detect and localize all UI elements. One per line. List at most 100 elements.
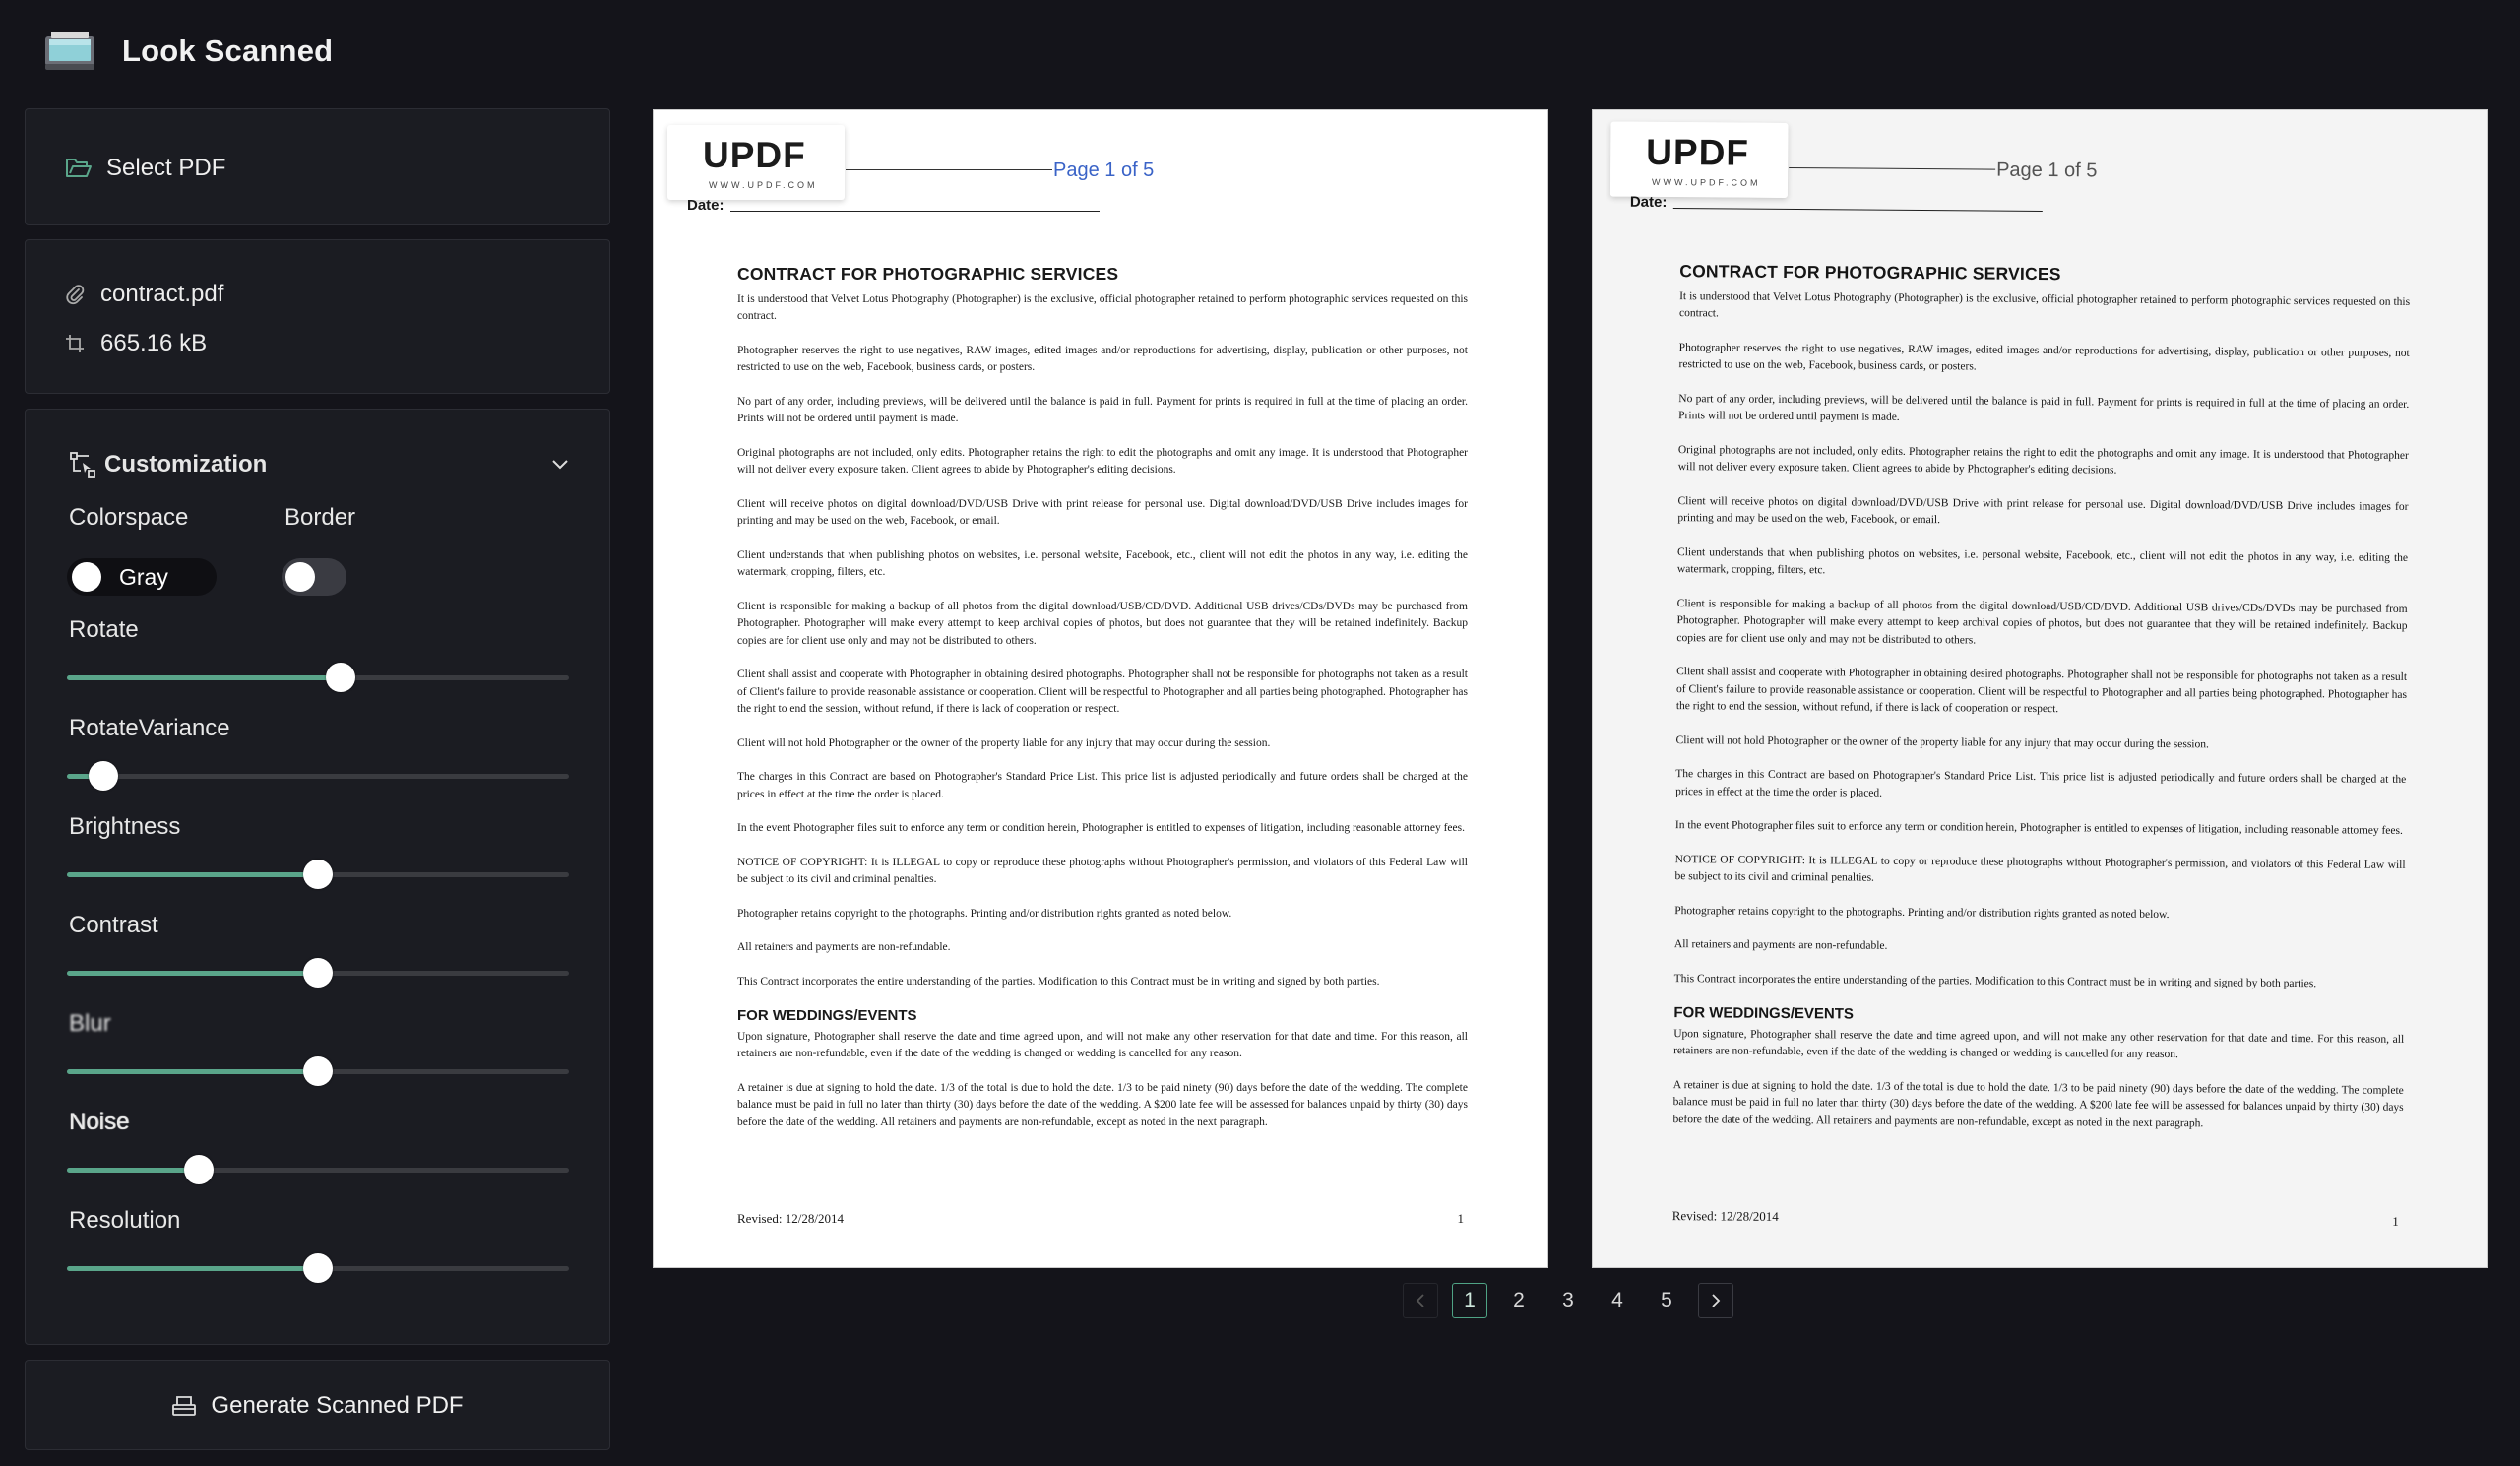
paragraph: Client understands that when publishing … — [737, 548, 1468, 579]
slider-thumb[interactable] — [303, 860, 333, 889]
select-pdf-button[interactable]: Select PDF — [65, 109, 225, 226]
slider-fill — [67, 872, 318, 877]
doc-title: CONTRACT FOR PHOTOGRAPHIC SERVICES — [737, 264, 1119, 284]
colorspace-toggle-knob — [72, 562, 101, 592]
page-button-1[interactable]: 1 — [1452, 1283, 1487, 1318]
file-name: contract.pdf — [100, 281, 224, 307]
paragraph: All retainers and payments are non-refun… — [737, 941, 951, 953]
generate-panel: Generate Scanned PDF — [25, 1360, 610, 1450]
paragraph: This Contract incorporates the entire un… — [1673, 972, 2317, 989]
paragraph: Client shall assist and cooperate with P… — [737, 669, 1468, 715]
section-paragraph: Upon signature, Photographer shall reser… — [1673, 1027, 2405, 1061]
file-name-row: contract.pdf — [65, 275, 223, 314]
slider-track — [67, 774, 569, 779]
select-pdf-label: Select PDF — [106, 154, 226, 181]
chevron-left-icon — [1416, 1294, 1424, 1307]
paragraph: In the event Photographer files suit to … — [1674, 819, 2403, 837]
page-button-5[interactable]: 5 — [1649, 1283, 1684, 1318]
colorspace-toggle[interactable]: Gray — [67, 558, 217, 596]
slider-label-contrast: Contrast — [69, 912, 158, 938]
paragraph-list: It is understood that Velvet Lotus Photo… — [737, 291, 1468, 991]
slider-resolution[interactable] — [67, 1253, 569, 1283]
page-button-4[interactable]: 4 — [1600, 1283, 1635, 1318]
section-paragraph-list: Upon signature, Photographer shall reser… — [1672, 1026, 2405, 1134]
slider-blur[interactable] — [67, 1056, 569, 1086]
document: UPDF WWW.UPDF.COM Page 1 of 5 Date: CONT… — [654, 110, 1547, 1267]
page-number: 1 — [2392, 1213, 2399, 1229]
page-indicator: Page 1 of 5 — [1053, 159, 1155, 181]
page-button-2[interactable]: 2 — [1501, 1283, 1537, 1318]
date-line — [1672, 208, 2043, 213]
app-title: Look Scanned — [122, 33, 334, 68]
paragraph: It is understood that Velvet Lotus Photo… — [1678, 289, 2411, 320]
slider-contrast[interactable] — [67, 958, 569, 988]
file-size: 665.16 kB — [100, 330, 208, 356]
colorspace-value: Gray — [119, 563, 168, 590]
paragraph: No part of any order, including previews… — [1678, 392, 2410, 423]
section-paragraph-list: Upon signature, Photographer shall reser… — [737, 1029, 1468, 1132]
next-page-button[interactable] — [1698, 1283, 1733, 1318]
slider-rotate[interactable] — [67, 663, 569, 692]
customization-title: Customization — [104, 451, 268, 478]
scanned-page-preview: UPDF WWW.UPDF.COM Page 1 of 5 Date: CONT… — [1592, 109, 2488, 1268]
slider-noise[interactable] — [67, 1155, 569, 1184]
slider-fill — [67, 1266, 318, 1271]
paragraph: All retainers and payments are non-refun… — [1673, 938, 1888, 952]
slider-fill — [67, 675, 341, 680]
paragraph: The charges in this Contract are based o… — [737, 771, 1468, 800]
generate-label: Generate Scanned PDF — [211, 1392, 464, 1419]
scanner-icon — [43, 31, 96, 72]
slider-label-brightness: Brightness — [69, 813, 181, 840]
generate-scanned-pdf-button[interactable]: Generate Scanned PDF — [26, 1361, 609, 1451]
paragraph: Photographer reserves the right to use n… — [737, 344, 1468, 374]
prev-page-button[interactable] — [1403, 1283, 1438, 1318]
slider-rotatevariance[interactable] — [67, 761, 569, 791]
border-toggle[interactable] — [282, 558, 346, 596]
slider-thumb[interactable] — [89, 761, 119, 791]
folder-open-icon — [66, 158, 92, 177]
paragraph: This Contract incorporates the entire un… — [737, 975, 1380, 988]
slider-thumb[interactable] — [303, 1056, 333, 1086]
vector-edit-icon — [70, 452, 95, 478]
doc-title: CONTRACT FOR PHOTOGRAPHIC SERVICES — [1679, 261, 2061, 285]
app-header: Look Scanned — [43, 28, 333, 75]
paragraph-list: It is understood that Velvet Lotus Photo… — [1674, 288, 2411, 993]
slider-label-rotate: Rotate — [69, 616, 139, 643]
paragraph: Client understands that when publishing … — [1676, 545, 2409, 577]
colorspace-label: Colorspace — [69, 504, 189, 531]
slider-thumb[interactable] — [303, 1253, 333, 1283]
slider-thumb[interactable] — [303, 958, 333, 988]
slider-thumb[interactable] — [325, 663, 355, 692]
section-paragraph: Upon signature, Photographer shall reser… — [737, 1030, 1468, 1060]
slider-label-blur: Blur — [69, 1010, 111, 1037]
watermark-url: WWW.UPDF.COM — [709, 180, 818, 190]
border-label: Border — [284, 504, 356, 531]
contract-body: CONTRACT FOR PHOTOGRAPHIC SERVICES It is… — [737, 264, 1468, 1148]
customization-header[interactable]: Customization — [69, 445, 570, 484]
date-label: Date: — [687, 197, 724, 214]
chevron-down-icon[interactable] — [550, 459, 570, 471]
paragraph: In the event Photographer files suit to … — [737, 822, 1465, 834]
paragraph: Original photographs are not included, o… — [737, 446, 1468, 477]
paragraph: Client shall assist and cooperate with P… — [1675, 666, 2408, 716]
updf-watermark: UPDF WWW.UPDF.COM — [667, 125, 845, 200]
customization-panel: Customization Colorspace Border Gray Rot… — [25, 409, 610, 1345]
paragraph: NOTICE OF COPYRIGHT: It is ILLEGAL to co… — [1674, 853, 2406, 884]
paragraph: The charges in this Contract are based o… — [1675, 768, 2407, 799]
watermark-url: WWW.UPDF.COM — [1651, 176, 1761, 188]
slider-thumb[interactable] — [183, 1155, 214, 1184]
paragraph: Photographer retains copyright to the ph… — [1674, 904, 2170, 921]
header-line — [1789, 166, 1996, 170]
section-title: FOR WEDDINGS/EVENTS — [1673, 1004, 1854, 1023]
slider-label-resolution: Resolution — [69, 1207, 181, 1234]
paragraph: Client will receive photos on digital do… — [1677, 494, 2409, 527]
file-size-row: 665.16 kB — [65, 324, 207, 363]
section-paragraph: A retainer is due at signing to hold the… — [1672, 1078, 2404, 1129]
original-page-preview: UPDF WWW.UPDF.COM Page 1 of 5 Date: CONT… — [653, 109, 1548, 1268]
slider-brightness[interactable] — [67, 860, 569, 889]
paperclip-icon — [66, 285, 85, 305]
chevron-right-icon — [1712, 1294, 1721, 1307]
date-line — [730, 211, 1100, 212]
paragraph: Client is responsible for making a backu… — [737, 600, 1468, 647]
page-button-3[interactable]: 3 — [1550, 1283, 1586, 1318]
